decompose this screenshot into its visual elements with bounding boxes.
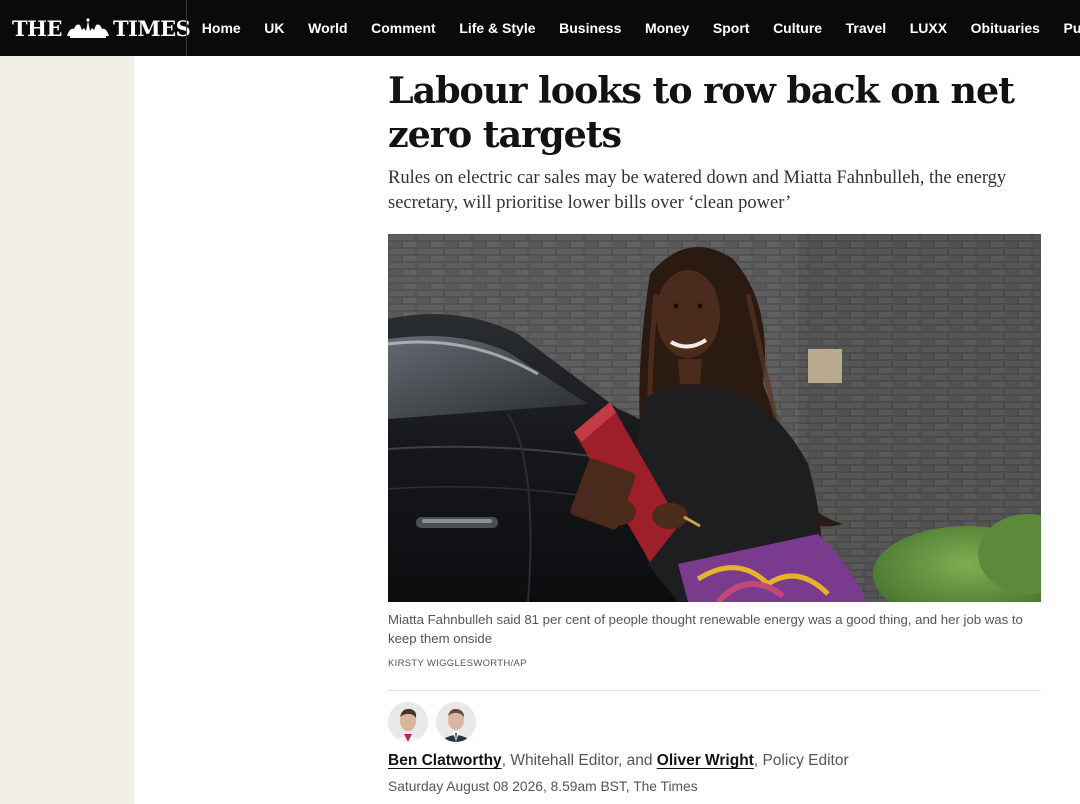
article-lead-image[interactable] — [388, 234, 1041, 602]
left-gutter — [0, 56, 134, 804]
nav-item-travel[interactable]: Travel — [834, 20, 898, 36]
logo-word-the: THE — [12, 15, 62, 41]
image-caption: Miatta Fahnbulleh said 81 per cent of pe… — [388, 612, 1023, 646]
nav-item-money[interactable]: Money — [633, 20, 701, 36]
the-times-logo[interactable]: THE TIMES — [12, 14, 191, 42]
author-role: Policy Editor — [762, 752, 849, 769]
nav-item-sport[interactable]: Sport — [701, 20, 761, 36]
nav-item-comment[interactable]: Comment — [359, 20, 447, 36]
nav-item-life-style[interactable]: Life & Style — [447, 20, 547, 36]
author-link-oliver-wright[interactable]: Oliver Wright — [657, 752, 754, 769]
nav-item-puzzles[interactable]: Puzzles — [1052, 20, 1080, 36]
byline-joiner: , and — [618, 752, 657, 769]
article-headline: Labour looks to row back on net zero tar… — [388, 69, 1015, 156]
logo-word-times: TIMES — [112, 15, 191, 41]
nav-item-world[interactable]: World — [296, 20, 359, 36]
nav-item-business[interactable]: Business — [547, 20, 633, 36]
article-byline: Ben Clatworthy, Whitehall Editor, and Ol… — [388, 750, 849, 772]
author-avatar-ben-clatworthy[interactable] — [388, 702, 428, 742]
nav-item-uk[interactable]: UK — [253, 20, 297, 36]
royal-crest-icon — [66, 18, 109, 38]
nav-item-obituaries[interactable]: Obituaries — [959, 20, 1052, 36]
nav-item-luxx[interactable]: LUXX — [898, 20, 959, 36]
byline-divider — [388, 690, 1041, 691]
article: Labour looks to row back on net zero tar… — [388, 56, 1041, 794]
article-standfirst: Rules on electric car sales may be water… — [388, 168, 1007, 213]
author-avatars — [388, 702, 484, 742]
article-dateline: Saturday August 08 2026, 8.59am BST, The… — [388, 779, 698, 794]
logo-divider — [186, 0, 187, 56]
author-role: Whitehall Editor — [510, 752, 619, 769]
author-link-ben-clatworthy[interactable]: Ben Clatworthy — [388, 752, 502, 769]
masthead-bar: THE TIMES Home UK World Comment Life & S… — [0, 0, 1080, 56]
nav-item-home[interactable]: Home — [190, 20, 253, 36]
nav-item-culture[interactable]: Culture — [761, 20, 834, 36]
main-navigation: Home UK World Comment Life & Style Busin… — [190, 0, 1080, 56]
image-credit: KIRSTY WIGGLESWORTH/AP — [388, 658, 527, 669]
author-avatar-oliver-wright[interactable] — [436, 702, 476, 742]
